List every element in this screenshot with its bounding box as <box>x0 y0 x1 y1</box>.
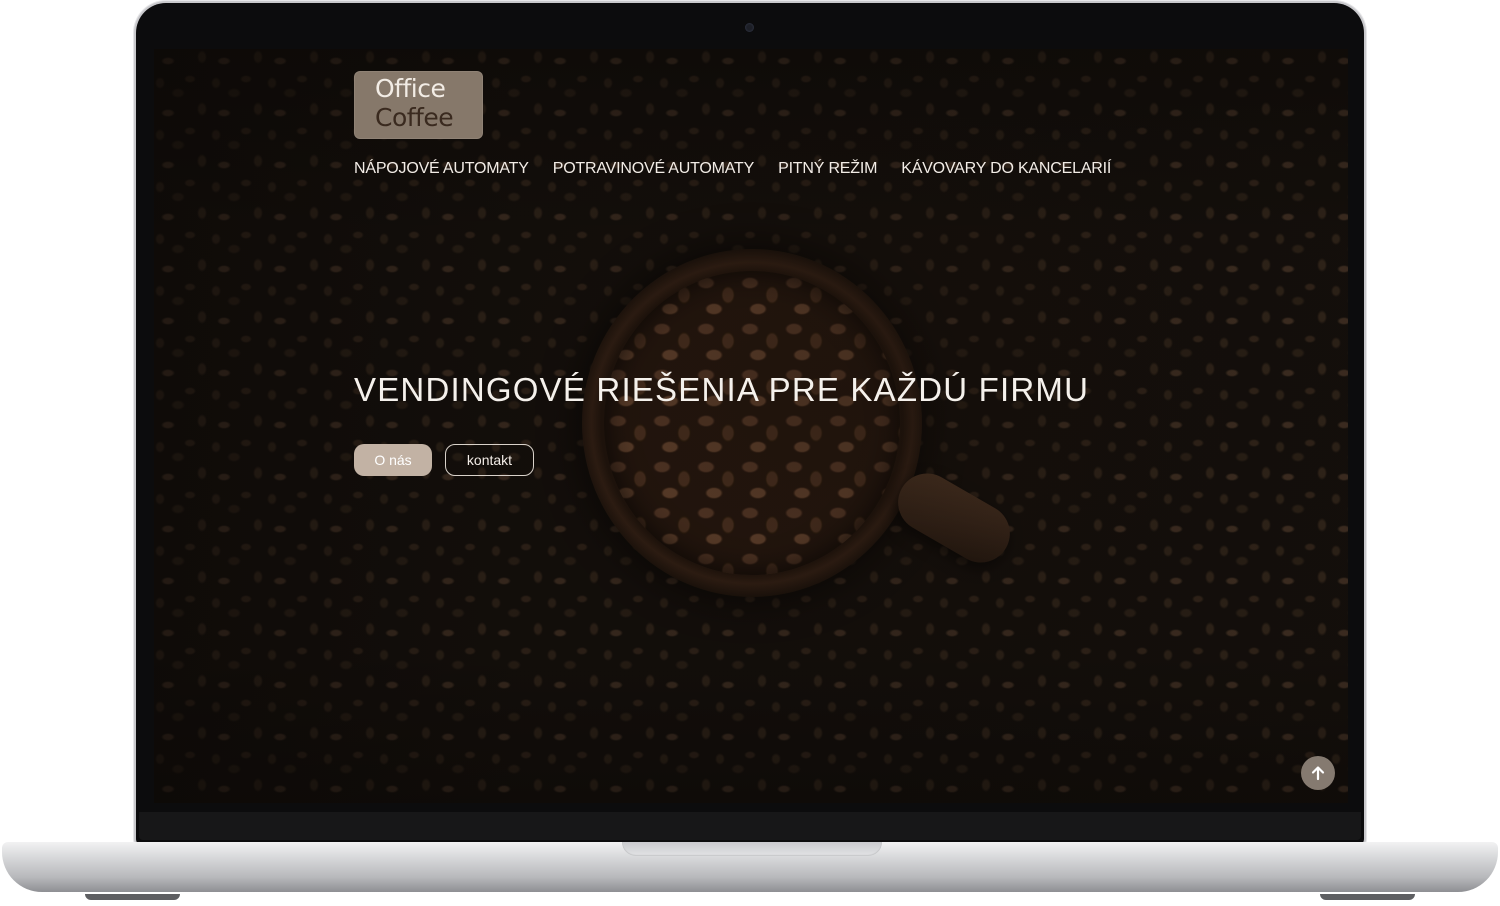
laptop-mockup: Office Coffee NÁPOJOVÉ AUTOMATY POTRAVIN… <box>0 0 1500 906</box>
laptop-base <box>2 842 1498 892</box>
arrow-up-icon <box>1311 766 1325 781</box>
logo-text-coffee: Coffee <box>375 103 454 132</box>
laptop-foot-left <box>85 894 180 900</box>
laptop-foot-right <box>1320 894 1415 900</box>
logo-text-office: Office <box>375 74 446 103</box>
nav-link-potravinove-automaty[interactable]: POTRAVINOVÉ AUTOMATY <box>553 160 755 177</box>
nav-item: NÁPOJOVÉ AUTOMATY <box>354 160 529 178</box>
website-screen: Office Coffee NÁPOJOVÉ AUTOMATY POTRAVIN… <box>154 49 1348 803</box>
about-button[interactable]: O nás <box>354 444 432 476</box>
hero-title: VENDINGOVÉ RIEŠENIA PRE KAŽDÚ FIRMU <box>354 371 1090 408</box>
nav-item: POTRAVINOVÉ AUTOMATY <box>553 160 755 178</box>
screen-chin <box>139 812 1361 840</box>
nav-item: PITNÝ REŽIM <box>778 160 877 178</box>
nav-link-pitny-rezim[interactable]: PITNÝ REŽIM <box>778 160 877 177</box>
nav-link-napojove-automaty[interactable]: NÁPOJOVÉ AUTOMATY <box>354 160 529 177</box>
nav-item: KÁVOVARY DO KANCELARIÍ <box>901 160 1111 178</box>
site-logo[interactable]: Office Coffee <box>354 71 483 139</box>
lid-opening-notch <box>622 842 882 856</box>
contact-button[interactable]: kontakt <box>445 444 534 476</box>
nav-link-kavovary[interactable]: KÁVOVARY DO KANCELARIÍ <box>901 160 1111 177</box>
scroll-to-top-button[interactable] <box>1301 756 1335 790</box>
webcam <box>745 23 754 32</box>
main-nav: NÁPOJOVÉ AUTOMATY POTRAVINOVÉ AUTOMATY P… <box>354 160 1111 178</box>
